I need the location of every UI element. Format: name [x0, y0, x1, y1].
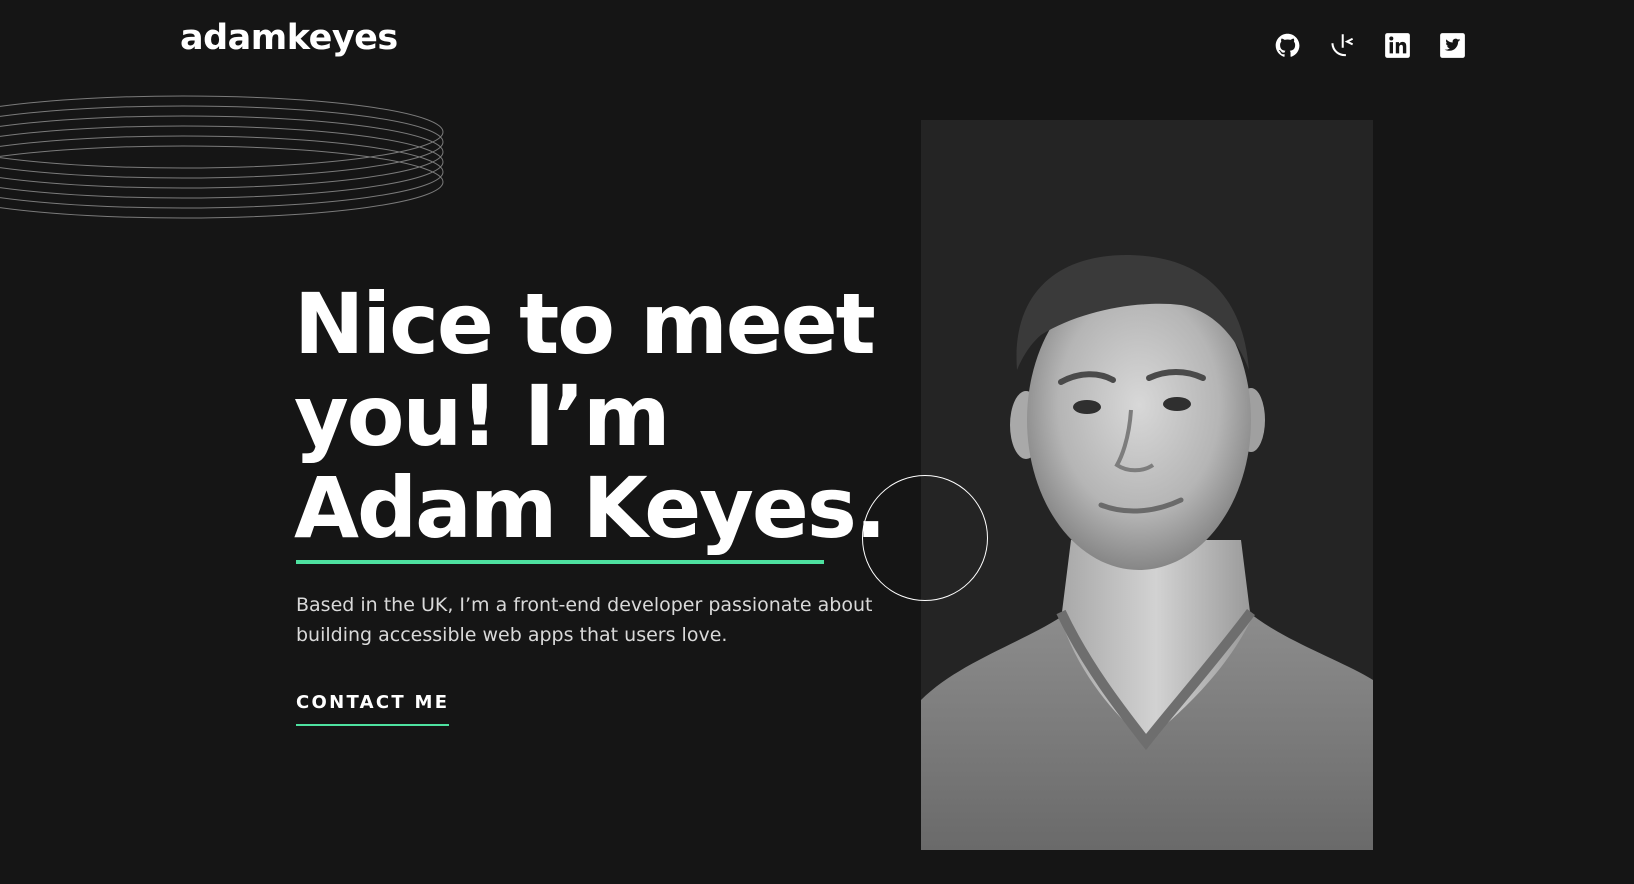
site-logo[interactable]: adamkeyes	[180, 16, 398, 60]
decorative-rings	[0, 95, 444, 219]
github-link[interactable]	[1274, 32, 1301, 59]
headline-line: Adam Keyes.	[294, 459, 887, 557]
social-links	[1274, 32, 1466, 59]
linkedin-icon	[1385, 33, 1410, 58]
intro-line: Based in the UK, I’m a front-end develop…	[296, 594, 873, 616]
headline-underline	[296, 560, 824, 564]
headline-line: Nice to meet	[294, 275, 876, 373]
headline-line: you! I’m	[294, 367, 671, 465]
linkedin-link[interactable]	[1384, 32, 1411, 59]
twitter-icon	[1440, 33, 1465, 58]
profile-photo	[921, 120, 1373, 850]
hero-intro: Based in the UK, I’m a front-end develop…	[296, 590, 896, 650]
contact-me-link[interactable]: CONTACT ME	[296, 690, 450, 726]
decorative-circle	[862, 475, 988, 601]
github-icon	[1275, 33, 1300, 57]
intro-line: building accessible web apps that users …	[296, 624, 728, 646]
hero-headline: Nice to meet you! I’m Adam Keyes.	[294, 278, 894, 554]
frontend-mentor-link[interactable]	[1329, 32, 1356, 59]
frontend-mentor-icon	[1331, 34, 1354, 57]
portfolio-page: adamkeyes Nice to meet you! I’m Adam Key…	[0, 0, 1634, 884]
twitter-link[interactable]	[1439, 32, 1466, 59]
